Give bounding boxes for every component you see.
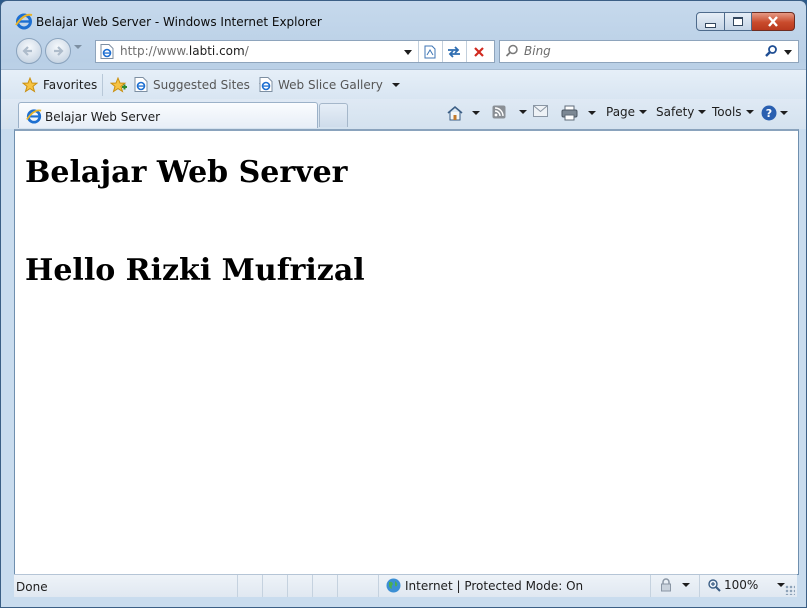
close-button[interactable] xyxy=(752,12,795,31)
status-pane xyxy=(651,575,700,597)
print-button[interactable] xyxy=(561,105,596,121)
ie-logo-icon xyxy=(26,108,42,127)
zoom-level: 100% xyxy=(724,578,759,592)
stop-icon xyxy=(474,46,484,57)
status-pane xyxy=(263,575,288,597)
rss-feed-icon xyxy=(492,105,506,119)
zoom-control[interactable]: 100% xyxy=(708,578,786,592)
forward-button[interactable] xyxy=(45,38,71,64)
refresh-button[interactable] xyxy=(444,43,464,60)
ie-page-icon xyxy=(259,77,273,92)
web-slice-gallery-link[interactable]: Web Slice Gallery xyxy=(259,77,400,92)
status-pane xyxy=(14,575,238,597)
minimize-button[interactable] xyxy=(696,12,725,31)
status-pane xyxy=(313,575,338,597)
tools-menu-label: Tools xyxy=(712,105,742,119)
caption-buttons xyxy=(696,12,795,31)
feeds-button[interactable] xyxy=(492,105,527,119)
address-bar[interactable]: http://www.labti.com/ xyxy=(95,40,495,63)
search-box[interactable]: Bing xyxy=(499,40,799,63)
safety-menu[interactable]: Safety xyxy=(656,105,707,119)
favorites-bar: Favorites Suggested Sites Web Slice Gall… xyxy=(1,69,806,100)
favorites-button[interactable]: Favorites xyxy=(22,77,97,93)
star-icon xyxy=(22,77,38,93)
suggested-sites-link[interactable]: Suggested Sites xyxy=(134,77,267,92)
page-menu-label: Page xyxy=(606,105,636,119)
ie-window: Belajar Web Server - Windows Internet Ex… xyxy=(0,0,807,608)
new-tab-button[interactable] xyxy=(319,103,348,127)
tab-belajar-web-server[interactable]: Belajar Web Server xyxy=(18,102,318,128)
help-icon: ? xyxy=(761,105,777,121)
status-bar: Done Internet | Protected Mode: On 100% xyxy=(14,574,797,597)
help-button[interactable]: ? xyxy=(761,105,788,121)
feeds-dropdown-icon[interactable] xyxy=(519,110,527,114)
window-title: Belajar Web Server - Windows Internet Ex… xyxy=(36,15,322,29)
zoom-icon xyxy=(708,578,721,592)
tools-menu[interactable]: Tools xyxy=(712,105,754,119)
status-pane xyxy=(338,575,379,597)
forward-arrow-icon xyxy=(54,46,64,56)
favorites-separator xyxy=(102,74,103,96)
page-heading-greeting: Hello Rizki Mufrizal xyxy=(25,253,365,288)
favorites-label: Favorites xyxy=(43,78,98,92)
address-separator xyxy=(442,41,443,62)
read-mail-button[interactable] xyxy=(533,105,548,117)
printer-icon xyxy=(561,105,578,121)
url-suffix: / xyxy=(244,44,249,58)
stop-button[interactable] xyxy=(469,43,489,60)
ie-page-icon xyxy=(100,44,114,62)
search-icon[interactable] xyxy=(764,44,778,61)
compatibility-view-icon xyxy=(424,45,436,58)
url-domain: labti.com xyxy=(188,44,245,58)
page-menu[interactable]: Page xyxy=(606,105,648,119)
tab-label: Belajar Web Server xyxy=(45,110,161,124)
compatibility-view-button[interactable] xyxy=(420,43,440,60)
title-bar: Belajar Web Server - Windows Internet Ex… xyxy=(1,1,806,35)
resize-grip[interactable] xyxy=(785,585,795,595)
web-slice-gallery-dropdown-icon[interactable] xyxy=(391,82,400,87)
safety-menu-label: Safety xyxy=(656,105,695,119)
address-dropdown-icon[interactable] xyxy=(404,50,412,55)
safety-menu-dropdown-icon xyxy=(698,110,707,114)
search-options-dropdown-icon[interactable] xyxy=(784,50,792,55)
suggested-sites-label: Suggested Sites xyxy=(153,77,250,92)
web-slice-gallery-label: Web Slice Gallery xyxy=(278,77,383,92)
restore-icon xyxy=(733,17,743,26)
recent-pages-dropdown-icon[interactable] xyxy=(74,45,82,49)
help-dropdown-icon[interactable] xyxy=(780,111,788,115)
navigation-bar: http://www.labti.com/ Bing xyxy=(1,35,806,65)
back-button[interactable] xyxy=(16,38,42,64)
refresh-icon xyxy=(448,45,460,58)
page-menu-dropdown-icon xyxy=(639,110,648,114)
tab-bar: Belajar Web Server Page Safety Tools ? xyxy=(1,99,806,129)
home-icon xyxy=(447,105,463,121)
page-heading-title: Belajar Web Server xyxy=(25,155,348,190)
home-dropdown-icon[interactable] xyxy=(472,111,480,115)
mail-icon xyxy=(533,105,548,117)
address-separator xyxy=(466,41,467,62)
restore-button[interactable] xyxy=(725,12,752,31)
ie-page-icon xyxy=(134,77,148,92)
status-pane xyxy=(288,575,313,597)
search-placeholder[interactable]: Bing xyxy=(524,44,551,58)
address-url[interactable]: http://www.labti.com/ xyxy=(120,44,249,58)
svg-text:?: ? xyxy=(766,107,772,120)
close-icon xyxy=(768,16,778,27)
page-content: Belajar Web Server Hello Rizki Mufrizal xyxy=(14,129,799,575)
url-prefix: http://www. xyxy=(120,44,189,58)
print-dropdown-icon[interactable] xyxy=(588,111,596,115)
home-button[interactable] xyxy=(446,105,480,121)
ie-logo-icon xyxy=(15,12,33,33)
address-separator xyxy=(418,41,419,62)
status-pane xyxy=(380,575,651,597)
back-arrow-icon xyxy=(22,46,32,56)
add-to-favorites-bar-button[interactable] xyxy=(110,77,128,93)
add-favorite-star-icon xyxy=(110,77,127,93)
search-provider-icon xyxy=(505,44,519,61)
minimize-icon xyxy=(705,22,716,28)
tools-menu-dropdown-icon xyxy=(745,110,754,114)
status-pane xyxy=(238,575,263,597)
